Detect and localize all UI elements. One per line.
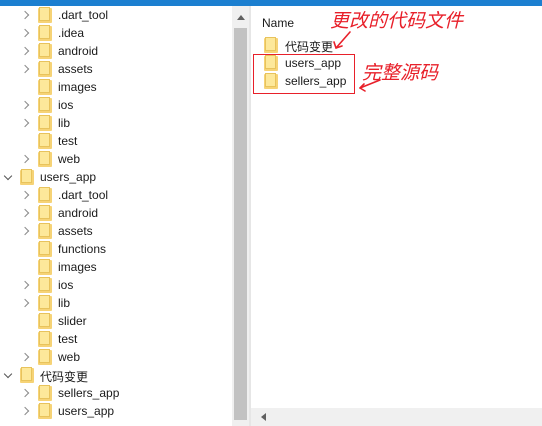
chevron-down-icon[interactable] xyxy=(2,366,14,384)
chevron-down-icon[interactable] xyxy=(2,168,14,186)
tree-item-label: ios xyxy=(58,278,74,292)
tree-item[interactable]: images xyxy=(0,258,232,276)
folder-icon xyxy=(38,114,52,131)
folder-icon xyxy=(38,330,52,347)
tree-item[interactable]: assets xyxy=(0,60,232,78)
folder-icon xyxy=(38,240,52,257)
chevron-right-icon[interactable] xyxy=(20,186,32,204)
chevron-right-icon[interactable] xyxy=(20,42,32,60)
tree-item-label: users_app xyxy=(58,404,115,418)
tree-item-label: sellers_app xyxy=(58,386,120,400)
annotation-changed-code-files: 更改的代码文件 xyxy=(330,10,464,32)
tree-item[interactable]: android xyxy=(0,204,232,222)
folder-icon xyxy=(38,222,52,239)
folder-icon xyxy=(38,96,52,113)
tree-item-label: assets xyxy=(58,62,93,76)
tree-item[interactable]: .dart_tool xyxy=(0,6,232,24)
tree-item[interactable]: ios xyxy=(0,96,232,114)
tree-item-label: web xyxy=(58,350,81,364)
folder-icon xyxy=(38,6,52,23)
chevron-right-icon[interactable] xyxy=(20,384,32,402)
chevron-right-icon[interactable] xyxy=(20,60,32,78)
folder-icon xyxy=(38,312,52,329)
tree-item[interactable]: slider xyxy=(0,312,232,330)
tree-item-label: .dart_tool xyxy=(58,188,109,202)
scroll-up-arrow-icon[interactable] xyxy=(232,10,249,24)
annotation-complete-source-code: 完整源码 xyxy=(362,62,439,84)
folder-icon xyxy=(38,258,52,275)
tree-item[interactable]: functions xyxy=(0,240,232,258)
chevron-right-icon[interactable] xyxy=(20,114,32,132)
folder-icon xyxy=(38,42,52,59)
tree-vertical-scrollbar[interactable] xyxy=(232,6,249,426)
scroll-thumb[interactable] xyxy=(234,28,247,420)
folder-icon xyxy=(38,24,52,41)
annotation-highlight-box xyxy=(253,54,355,94)
tree-item-label: 代码变更 xyxy=(40,370,89,384)
tree-item[interactable]: lib xyxy=(0,294,232,312)
tree-item[interactable]: lib xyxy=(0,114,232,132)
tree-item[interactable]: 代码变更 xyxy=(0,366,232,384)
chevron-right-icon[interactable] xyxy=(20,222,32,240)
tree-item-label: functions xyxy=(58,242,107,256)
tree-item-label: slider xyxy=(58,314,87,328)
folder-icon xyxy=(20,366,34,383)
folder-icon xyxy=(38,150,52,167)
chevron-right-icon[interactable] xyxy=(20,402,32,420)
chevron-right-icon[interactable] xyxy=(20,348,32,366)
chevron-right-icon[interactable] xyxy=(20,276,32,294)
tree-item[interactable]: sellers_app xyxy=(0,384,232,402)
chevron-right-icon[interactable] xyxy=(20,204,32,222)
chevron-right-icon[interactable] xyxy=(20,6,32,24)
folder-icon xyxy=(38,78,52,95)
tree-item-label: android xyxy=(58,206,99,220)
tree-item-label: lib xyxy=(58,296,71,310)
tree-item-label: test xyxy=(58,332,78,346)
tree-item[interactable]: users_app xyxy=(0,402,232,420)
tree-item[interactable]: assets xyxy=(0,222,232,240)
folder-icon xyxy=(20,168,34,185)
tree-item-label: web xyxy=(58,152,81,166)
scroll-left-arrow-icon[interactable] xyxy=(257,408,269,426)
tree-item-label: .dart_tool xyxy=(58,8,109,22)
tree-item[interactable]: ios xyxy=(0,276,232,294)
folder-icon xyxy=(38,294,52,311)
name-column-header[interactable]: Name xyxy=(262,16,294,30)
chevron-right-icon[interactable] xyxy=(20,24,32,42)
folder-icon xyxy=(38,132,52,149)
tree-item-label: lib xyxy=(58,116,71,130)
tree-item[interactable]: .dart_tool xyxy=(0,186,232,204)
tree-item-label: images xyxy=(58,80,97,94)
folder-icon xyxy=(38,204,52,221)
tree-item[interactable]: android xyxy=(0,42,232,60)
chevron-right-icon[interactable] xyxy=(20,150,32,168)
tree-item-label: assets xyxy=(58,224,93,238)
tree-item[interactable]: .idea xyxy=(0,24,232,42)
tree-item[interactable]: users_app xyxy=(0,168,232,186)
navigation-tree[interactable]: .dart_tool .idea android assets images ios lib… xyxy=(0,6,232,426)
chevron-right-icon[interactable] xyxy=(20,96,32,114)
tree-item-label: images xyxy=(58,260,97,274)
tree-item-label: android xyxy=(58,44,99,58)
file-list-item-label: 代码变更 xyxy=(285,40,334,54)
folder-icon xyxy=(264,36,278,53)
file-list-item[interactable]: 代码变更 xyxy=(251,36,542,54)
file-list-horizontal-scrollbar[interactable] xyxy=(251,408,542,426)
folder-icon xyxy=(38,348,52,365)
tree-item[interactable]: images xyxy=(0,78,232,96)
folder-icon xyxy=(38,402,52,419)
chevron-right-icon[interactable] xyxy=(20,294,32,312)
tree-item-label: test xyxy=(58,134,78,148)
tree-item-label: ios xyxy=(58,98,74,112)
tree-item-label: .idea xyxy=(58,26,85,40)
tree-item[interactable]: test xyxy=(0,330,232,348)
folder-icon xyxy=(38,186,52,203)
tree-item-label: users_app xyxy=(40,170,97,184)
folder-icon xyxy=(38,384,52,401)
tree-item[interactable]: web xyxy=(0,348,232,366)
folder-icon xyxy=(38,276,52,293)
tree-item[interactable]: web xyxy=(0,150,232,168)
tree-item[interactable]: test xyxy=(0,132,232,150)
folder-icon xyxy=(38,60,52,77)
